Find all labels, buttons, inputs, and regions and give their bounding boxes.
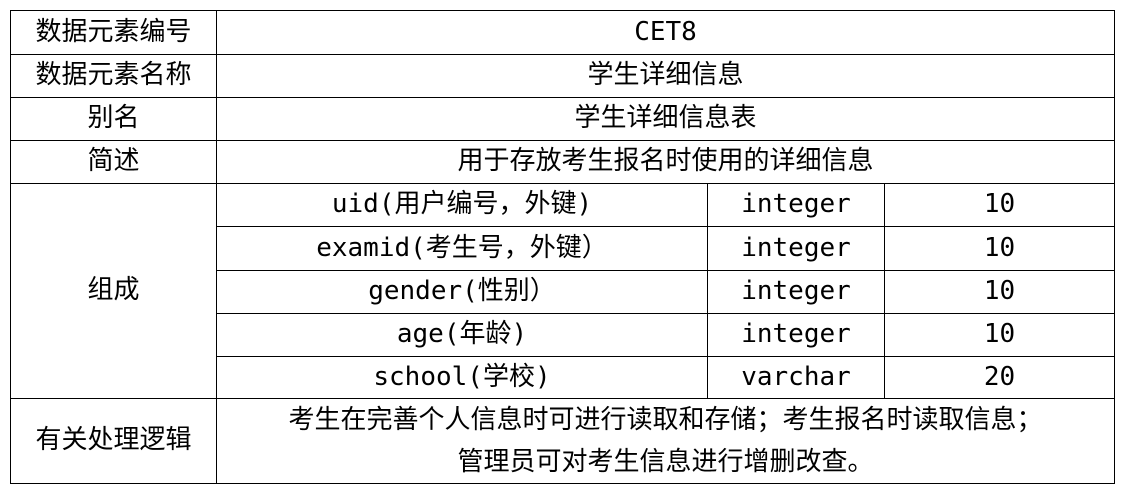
value-element-id: CET8 [215,10,1116,55]
label-composition: 组成 [10,183,217,399]
row-processing-logic: 有关处理逻辑 考生在完善个人信息时可进行读取和存储；考生报名时读取信息； 管理员… [10,398,1116,484]
field-length: 20 [883,356,1116,399]
field-type: integer [707,183,885,227]
label-processing-logic: 有关处理逻辑 [10,398,217,484]
field-length: 10 [883,313,1116,357]
field-name: age(年龄) [216,313,708,357]
row-alias: 别名 学生详细信息表 [10,97,1116,141]
field-name: examid(考生号，外键） [216,226,708,271]
label-description: 简述 [10,140,217,184]
logic-line: 管理员可对考生信息进行增删改查。 [457,447,874,477]
logic-line: 考生在完善个人信息时可进行读取和存储；考生报名时读取信息； [288,405,1043,435]
row-element-id: 数据元素编号 CET8 [10,10,1116,55]
field-length: 10 [883,270,1116,314]
field-name: gender(性别） [216,270,708,314]
row-element-name: 数据元素名称 学生详细信息 [10,54,1116,98]
label-element-id: 数据元素编号 [10,10,217,55]
field-type: integer [707,226,885,271]
label-alias: 别名 [10,97,217,141]
value-processing-logic: 考生在完善个人信息时可进行读取和存储；考生报名时读取信息； 管理员可对考生信息进… [215,398,1116,484]
composition-row: 组成 uid(用户编号，外键) integer 10 [10,183,1116,399]
row-description: 简述 用于存放考生报名时使用的详细信息 [10,140,1116,184]
value-alias: 学生详细信息表 [215,97,1116,141]
field-length: 10 [883,183,1116,227]
field-length: 10 [883,226,1116,271]
field-type: integer [707,270,885,314]
value-element-name: 学生详细信息 [215,54,1116,98]
field-type: integer [707,313,885,357]
field-name: school(学校) [216,356,708,399]
label-element-name: 数据元素名称 [10,54,217,98]
field-type: varchar [707,356,885,399]
data-dictionary-table: 数据元素编号 CET8 数据元素名称 学生详细信息 别名 学生详细信息表 简述 … [10,10,1116,484]
field-name: uid(用户编号，外键) [216,183,708,227]
value-description: 用于存放考生报名时使用的详细信息 [215,140,1116,184]
